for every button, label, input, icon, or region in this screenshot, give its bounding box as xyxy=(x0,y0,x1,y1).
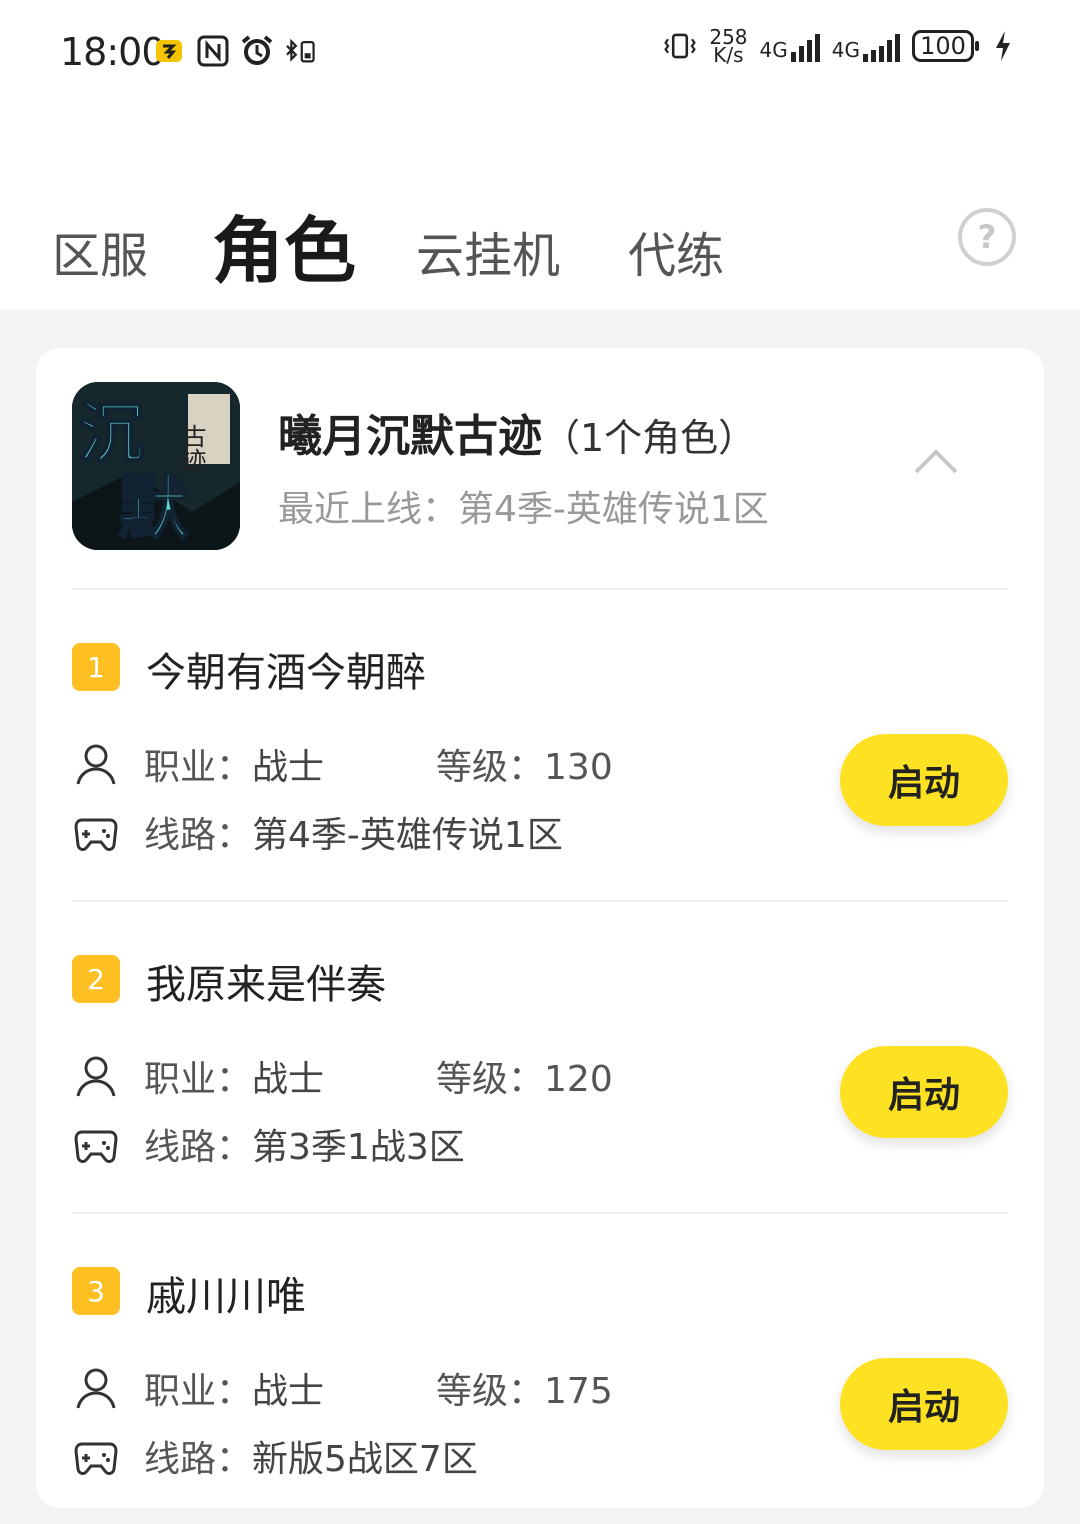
job-label: 职业： xyxy=(144,747,253,788)
chevron-up-icon[interactable] xyxy=(912,446,960,476)
role-index-badge: 2 xyxy=(72,955,120,1003)
game-role-count: （1个角色） xyxy=(542,416,757,460)
role-level: 等级：130 xyxy=(436,738,613,790)
game-header[interactable]: 沉 默 古迹 曦月沉默古迹（1个角色） 最近上线：第4季-英雄传说1区 xyxy=(36,348,1044,588)
job-value: 战士 xyxy=(252,1059,325,1100)
job-value: 战士 xyxy=(252,1371,325,1412)
level-label: 等级： xyxy=(436,1059,545,1100)
job-label: 职业： xyxy=(144,1059,253,1100)
game-icon: 沉 默 古迹 xyxy=(72,382,240,550)
role-index-badge: 1 xyxy=(72,643,120,691)
role-route-row: 线路： 第4季-英雄传说1区 xyxy=(72,806,563,858)
role-item: 3 戚川川唯 职业： 战士 等级：175 线路： 新版5战区7区 启动 xyxy=(36,1214,1044,1524)
game-icon-text-2: 默 xyxy=(118,466,189,549)
signal-2: 4G xyxy=(832,30,900,62)
role-index-badge: 3 xyxy=(72,1267,120,1315)
bluetooth-battery-icon xyxy=(284,34,318,68)
net-speed: 258 K/s xyxy=(709,27,747,67)
app-notification-icon xyxy=(152,34,186,68)
role-job-row: 职业： 战士 xyxy=(72,1050,324,1102)
route-value: 新版5战区7区 xyxy=(252,1439,478,1480)
status-time: 18:00 xyxy=(60,30,166,74)
net-speed-unit: K/s xyxy=(713,43,744,67)
level-value: 120 xyxy=(544,1059,613,1100)
route-label: 线路： xyxy=(144,1127,253,1168)
user-icon xyxy=(76,1056,116,1097)
signal-2-label: 4G xyxy=(831,38,860,62)
level-label: 等级： xyxy=(436,747,545,788)
route-label: 线路： xyxy=(144,1439,253,1480)
status-bar: 18:00 258 K/s 4G 4G 100 xyxy=(0,0,1080,110)
top-tabs: 区服 角色 云挂机 代练 ? xyxy=(0,110,1080,310)
role-name: 我原来是伴奏 xyxy=(146,962,386,1008)
game-icon-text-1: 沉 xyxy=(78,394,144,472)
role-item: 2 我原来是伴奏 职业： 战士 等级：120 线路： 第3季1战3区 启动 xyxy=(36,902,1044,1212)
gamepad-icon xyxy=(74,1130,118,1163)
gamepad-icon xyxy=(74,1442,118,1475)
level-value: 130 xyxy=(544,747,613,788)
role-job-row: 职业： 战士 xyxy=(72,1362,324,1414)
role-job-row: 职业： 战士 xyxy=(72,738,324,790)
start-button[interactable]: 启动 xyxy=(840,1358,1008,1450)
role-level: 等级：120 xyxy=(436,1050,613,1102)
route-value: 第3季1战3区 xyxy=(252,1127,465,1168)
user-icon xyxy=(76,744,116,785)
gamepad-icon xyxy=(74,818,118,851)
role-name: 今朝有酒今朝醉 xyxy=(146,650,426,696)
route-value: 第4季-英雄传说1区 xyxy=(252,815,563,856)
help-icon[interactable]: ? xyxy=(958,208,1016,266)
job-label: 职业： xyxy=(144,1371,253,1412)
start-button[interactable]: 启动 xyxy=(840,1046,1008,1138)
tab-roles[interactable]: 角色 xyxy=(212,192,356,297)
game-title: 曦月沉默古迹（1个角色） xyxy=(278,400,756,464)
vibrate-icon xyxy=(663,29,697,63)
charging-icon xyxy=(986,29,1020,63)
start-button[interactable]: 启动 xyxy=(840,734,1008,826)
role-name: 戚川川唯 xyxy=(146,1274,306,1320)
status-icons-left xyxy=(152,34,318,68)
role-route-row: 线路： 新版5战区7区 xyxy=(72,1430,478,1482)
status-right: 258 K/s 4G 4G 100 xyxy=(663,27,1020,67)
game-icon-text-3: 古迹 xyxy=(178,424,206,472)
role-item: 1 今朝有酒今朝醉 职业： 战士 等级：130 线路： 第4季-英雄传说1区 启动 xyxy=(36,590,1044,900)
level-label: 等级： xyxy=(436,1371,545,1412)
job-value: 战士 xyxy=(252,747,325,788)
tab-cloud-idle[interactable]: 云挂机 xyxy=(416,216,560,286)
tab-boosting[interactable]: 代练 xyxy=(628,216,724,286)
alarm-icon xyxy=(240,34,274,68)
game-last-online: 最近上线：第4季-英雄传说1区 xyxy=(278,489,769,530)
game-card: 沉 默 古迹 曦月沉默古迹（1个角色） 最近上线：第4季-英雄传说1区 1 今朝… xyxy=(36,348,1044,1508)
signal-1: 4G xyxy=(760,30,820,62)
role-route-row: 线路： 第3季1战3区 xyxy=(72,1118,465,1170)
signal-1-label: 4G xyxy=(759,38,788,62)
role-level: 等级：175 xyxy=(436,1362,613,1414)
user-icon xyxy=(76,1368,116,1409)
tab-servers[interactable]: 区服 xyxy=(52,216,148,286)
signal-1-icon xyxy=(790,30,820,62)
level-value: 175 xyxy=(544,1371,613,1412)
nfc-icon xyxy=(196,34,230,68)
route-label: 线路： xyxy=(144,815,253,856)
signal-2-icon xyxy=(863,30,900,62)
game-title-text: 曦月沉默古迹 xyxy=(278,411,542,462)
battery-icon: 100 xyxy=(912,30,979,62)
